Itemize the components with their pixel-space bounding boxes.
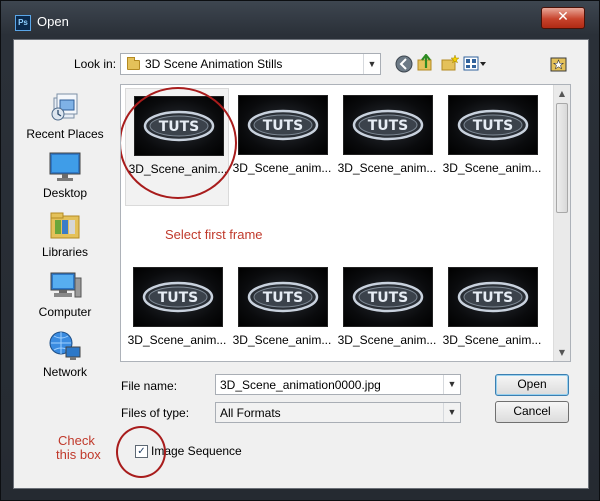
- annotation-check-line-1: Check: [58, 433, 95, 448]
- chevron-down-icon[interactable]: ▼: [443, 375, 460, 394]
- new-folder-icon[interactable]: [441, 54, 459, 72]
- file-item[interactable]: TUTS 3D_Scene_anim...: [230, 260, 334, 361]
- file-name-value: 3D_Scene_animation0000.jpg: [220, 378, 381, 392]
- open-dialog-window: Ps Open ✕ Look in: 3D Scene Animation St…: [0, 0, 600, 501]
- libraries-icon: [50, 212, 80, 239]
- tuts-logo-thumbnail-image: TUTS: [457, 281, 529, 313]
- place-computer[interactable]: Computer: [14, 270, 116, 319]
- annotation-select-first-frame: Select first frame: [165, 227, 263, 242]
- file-thumbnail: TUTS: [343, 95, 433, 155]
- place-label: Recent Places: [26, 127, 104, 141]
- file-name-label: File name:: [121, 379, 178, 393]
- tuts-logo-thumbnail-image: TUTS: [247, 281, 319, 313]
- place-desktop[interactable]: Desktop: [14, 151, 116, 200]
- file-thumbnail: TUTS: [448, 267, 538, 327]
- file-caption: 3D_Scene_anim...: [337, 161, 437, 175]
- files-of-type-dropdown[interactable]: All Formats ▼: [215, 402, 461, 423]
- thumbnail-logo-text: TUTS: [263, 290, 304, 306]
- place-label: Computer: [38, 305, 92, 319]
- cancel-button[interactable]: Cancel: [495, 401, 569, 423]
- dialog-client-area: Look in: 3D Scene Animation Stills ▼ Rec…: [13, 39, 589, 489]
- view-menu-icon[interactable]: [463, 55, 487, 73]
- place-network[interactable]: Network: [14, 330, 116, 379]
- thumbnail-logo-text: TUTS: [263, 118, 304, 134]
- open-button[interactable]: Open: [495, 374, 569, 396]
- tuts-logo-thumbnail-image: TUTS: [247, 109, 319, 141]
- tuts-logo-thumbnail-image: TUTS: [352, 281, 424, 313]
- file-caption: 3D_Scene_anim...: [442, 333, 542, 347]
- annotation-circle-checkbox: [116, 426, 166, 478]
- file-thumbnail: TUTS: [448, 95, 538, 155]
- file-thumbnail: TUTS: [238, 267, 328, 327]
- file-caption: 3D_Scene_anim...: [337, 333, 437, 347]
- files-of-type-label: Files of type:: [121, 406, 190, 420]
- look-in-dropdown[interactable]: 3D Scene Animation Stills ▼: [120, 53, 381, 75]
- file-caption: 3D_Scene_anim...: [127, 333, 227, 347]
- file-list-view[interactable]: TUTS 3D_Scene_anim... TUTS 3D_Scene_anim…: [120, 84, 571, 362]
- thumbnail-logo-text: TUTS: [158, 290, 199, 306]
- computer-icon: [50, 272, 82, 298]
- place-label: Desktop: [42, 186, 88, 200]
- tuts-logo-thumbnail-image: TUTS: [352, 109, 424, 141]
- look-in-label: Look in:: [74, 57, 117, 71]
- up-folder-icon[interactable]: [417, 54, 435, 72]
- thumbnail-logo-text: TUTS: [473, 290, 514, 306]
- desktop-icon: [49, 152, 81, 181]
- file-item[interactable]: TUTS 3D_Scene_anim...: [440, 88, 544, 206]
- thumbnail-logo-text: TUTS: [368, 290, 409, 306]
- network-icon: [49, 331, 81, 360]
- file-item[interactable]: TUTS 3D_Scene_anim...: [335, 260, 439, 361]
- favorite-folder-icon[interactable]: [550, 55, 568, 73]
- file-item[interactable]: TUTS 3D_Scene_anim...: [335, 88, 439, 206]
- file-item[interactable]: TUTS 3D_Scene_anim...: [440, 260, 544, 361]
- file-caption: 3D_Scene_anim...: [442, 161, 542, 175]
- chevron-down-icon[interactable]: ▼: [363, 54, 380, 74]
- window-title: Open: [37, 14, 69, 29]
- annotation-circle-first-frame: [121, 87, 237, 199]
- tuts-logo-thumbnail-image: TUTS: [142, 281, 214, 313]
- file-item[interactable]: TUTS 3D_Scene_anim...: [230, 88, 334, 206]
- scrollbar-thumb[interactable]: [556, 103, 568, 213]
- file-thumbnail: TUTS: [343, 267, 433, 327]
- file-item[interactable]: TUTS 3D_Scene_anim...: [125, 260, 229, 361]
- folder-icon: [127, 57, 140, 70]
- back-icon[interactable]: [395, 55, 413, 73]
- photoshop-app-icon: Ps: [15, 15, 31, 31]
- chevron-down-icon[interactable]: ▼: [443, 403, 460, 422]
- file-caption: 3D_Scene_anim...: [232, 161, 332, 175]
- place-libraries[interactable]: Libraries: [14, 210, 116, 259]
- tuts-logo-thumbnail-image: TUTS: [457, 109, 529, 141]
- place-label: Network: [42, 365, 87, 379]
- place-label: Libraries: [41, 245, 89, 259]
- vertical-scrollbar[interactable]: ▲ ▼: [553, 85, 570, 361]
- title-bar[interactable]: Ps Open ✕: [1, 1, 599, 41]
- thumbnail-logo-text: TUTS: [473, 118, 514, 134]
- scroll-down-arrow-icon[interactable]: ▼: [554, 344, 570, 361]
- thumbnail-logo-text: TUTS: [368, 118, 409, 134]
- file-thumbnail: TUTS: [238, 95, 328, 155]
- recent-places-icon: [51, 93, 78, 121]
- scroll-up-arrow-icon[interactable]: ▲: [554, 85, 570, 102]
- place-recent-places[interactable]: Recent Places: [14, 90, 116, 141]
- file-caption: 3D_Scene_anim...: [232, 333, 332, 347]
- file-name-input[interactable]: 3D_Scene_animation0000.jpg ▼: [215, 374, 461, 395]
- look-in-value: 3D Scene Animation Stills: [145, 57, 283, 71]
- annotation-check-line-2: this box: [56, 447, 101, 462]
- close-button[interactable]: ✕: [541, 7, 585, 29]
- files-of-type-value: All Formats: [220, 406, 281, 420]
- file-thumbnail: TUTS: [133, 267, 223, 327]
